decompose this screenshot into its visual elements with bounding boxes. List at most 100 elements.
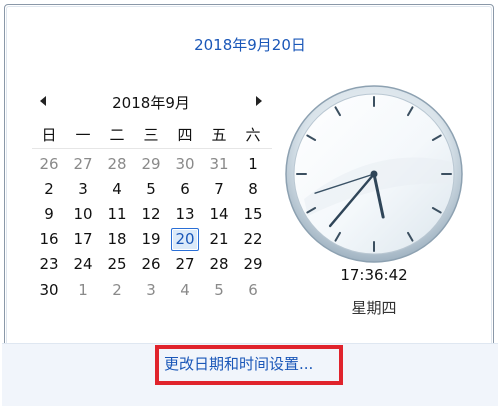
- calendar-day-number: 6: [248, 280, 258, 299]
- calendar-day-number: 2: [44, 179, 54, 198]
- calendar-day[interactable]: 18: [100, 227, 134, 252]
- analog-clock: [285, 85, 463, 263]
- calendar-day[interactable]: 2: [100, 277, 134, 302]
- calendar-day[interactable]: 5: [134, 176, 168, 201]
- calendar-day-number: 29: [141, 154, 161, 173]
- weekday-label: 一: [75, 126, 91, 144]
- calendar-day-number: 25: [107, 255, 127, 274]
- calendar-day[interactable]: 9: [32, 201, 66, 226]
- calendar-day[interactable]: 30: [168, 151, 202, 176]
- calendar-day-number: 19: [141, 230, 161, 249]
- calendar-header: 2018年9月: [32, 92, 270, 112]
- calendar-day-number: 11: [107, 204, 127, 223]
- calendar-day[interactable]: 6: [236, 277, 270, 302]
- calendar-day[interactable]: 8: [236, 176, 270, 201]
- calendar-day-number: 1: [248, 154, 258, 173]
- calendar-day-number: 1: [78, 280, 88, 299]
- calendar-day-number: 23: [39, 255, 59, 274]
- calendar-day[interactable]: 5: [202, 277, 236, 302]
- calendar-day-number: 30: [175, 154, 195, 173]
- weekday-label: 五: [211, 126, 227, 144]
- calendar-day[interactable]: 2: [32, 176, 66, 201]
- calendar-day[interactable]: 22: [236, 227, 270, 252]
- calendar-day-number: 28: [209, 255, 229, 274]
- calendar-day[interactable]: 15: [236, 201, 270, 226]
- calendar-day-number: 14: [209, 204, 229, 223]
- calendar-day-number: 29: [243, 255, 263, 274]
- calendar-day-number: 3: [78, 179, 88, 198]
- calendar-day[interactable]: 27: [66, 151, 100, 176]
- calendar-day[interactable]: 30: [32, 277, 66, 302]
- calendar-day[interactable]: 31: [202, 151, 236, 176]
- calendar-day-number: 18: [107, 230, 127, 249]
- calendar-day-number: 5: [214, 280, 224, 299]
- calendar-day[interactable]: 14: [202, 201, 236, 226]
- calendar-day-number: 30: [39, 280, 59, 299]
- calendar-day[interactable]: 29: [134, 151, 168, 176]
- previous-month-button[interactable]: [36, 94, 50, 108]
- calendar-day-number: 8: [248, 179, 258, 198]
- calendar-day[interactable]: 4: [100, 176, 134, 201]
- calendar-day-number: 3: [146, 280, 156, 299]
- calendar-day-number: 27: [175, 255, 195, 274]
- calendar-day-number: 24: [73, 255, 93, 274]
- calendar-day-selected[interactable]: 20: [168, 227, 202, 252]
- calendar-day[interactable]: 16: [32, 227, 66, 252]
- calendar-day-number: 10: [73, 204, 93, 223]
- calendar-day-number: 4: [112, 179, 122, 198]
- calendar-day-number: 31: [209, 154, 229, 173]
- calendar-day-number: 4: [180, 280, 190, 299]
- weekday-label: 日: [41, 126, 57, 144]
- calendar-day-number: 26: [141, 255, 161, 274]
- weekday-divider: [32, 148, 272, 149]
- calendar-day-number: 28: [107, 154, 127, 173]
- calendar-day[interactable]: 1: [66, 277, 100, 302]
- calendar-day-number: 7: [214, 179, 224, 198]
- calendar-day-number: 15: [243, 204, 263, 223]
- next-month-button[interactable]: [252, 94, 266, 108]
- calendar-day-number: 21: [209, 230, 229, 249]
- calendar-day[interactable]: 28: [202, 252, 236, 277]
- calendar-day-number: 2: [112, 280, 122, 299]
- weekday-label: 二: [109, 126, 125, 144]
- calendar-day[interactable]: 7: [202, 176, 236, 201]
- calendar-day-number: 5: [146, 179, 156, 198]
- calendar-day[interactable]: 23: [32, 252, 66, 277]
- calendar-day[interactable]: 27: [168, 252, 202, 277]
- calendar-day[interactable]: 1: [236, 151, 270, 176]
- calendar-day[interactable]: 28: [100, 151, 134, 176]
- calendar-day[interactable]: 29: [236, 252, 270, 277]
- calendar-day[interactable]: 25: [100, 252, 134, 277]
- calendar-day-number: 9: [44, 204, 54, 223]
- triangle-right-icon: [256, 96, 262, 106]
- clock-center-pin: [370, 170, 378, 178]
- calendar-day[interactable]: 3: [66, 176, 100, 201]
- calendar-day[interactable]: 4: [168, 277, 202, 302]
- calendar-day[interactable]: 3: [134, 277, 168, 302]
- digital-time: 17:36:42: [340, 266, 408, 284]
- weekday-name: 星期四: [351, 299, 397, 317]
- calendar-day-number: 27: [73, 154, 93, 173]
- calendar-day[interactable]: 21: [202, 227, 236, 252]
- calendar-day[interactable]: 19: [134, 227, 168, 252]
- weekday-label: 三: [143, 126, 159, 144]
- month-title[interactable]: 2018年9月: [82, 92, 220, 113]
- long-date-link[interactable]: 2018年9月20日: [0, 34, 500, 55]
- weekday-header-row: 日 一 二 三 四 五 六: [32, 124, 272, 146]
- weekday-label: 四: [177, 126, 193, 144]
- calendar-day[interactable]: 6: [168, 176, 202, 201]
- calendar-day[interactable]: 13: [168, 201, 202, 226]
- calendar-day-number: 13: [175, 204, 195, 223]
- calendar-day[interactable]: 26: [32, 151, 66, 176]
- calendar-day-number: 17: [73, 230, 93, 249]
- weekday-label: 六: [245, 126, 261, 144]
- calendar-day[interactable]: 10: [66, 201, 100, 226]
- calendar-day[interactable]: 17: [66, 227, 100, 252]
- triangle-left-icon: [40, 96, 46, 106]
- calendar-day[interactable]: 26: [134, 252, 168, 277]
- calendar-day[interactable]: 11: [100, 201, 134, 226]
- calendar-day[interactable]: 12: [134, 201, 168, 226]
- calendar-day[interactable]: 24: [66, 252, 100, 277]
- calendar-day-number: 12: [141, 204, 161, 223]
- calendar-day-number: 6: [180, 179, 190, 198]
